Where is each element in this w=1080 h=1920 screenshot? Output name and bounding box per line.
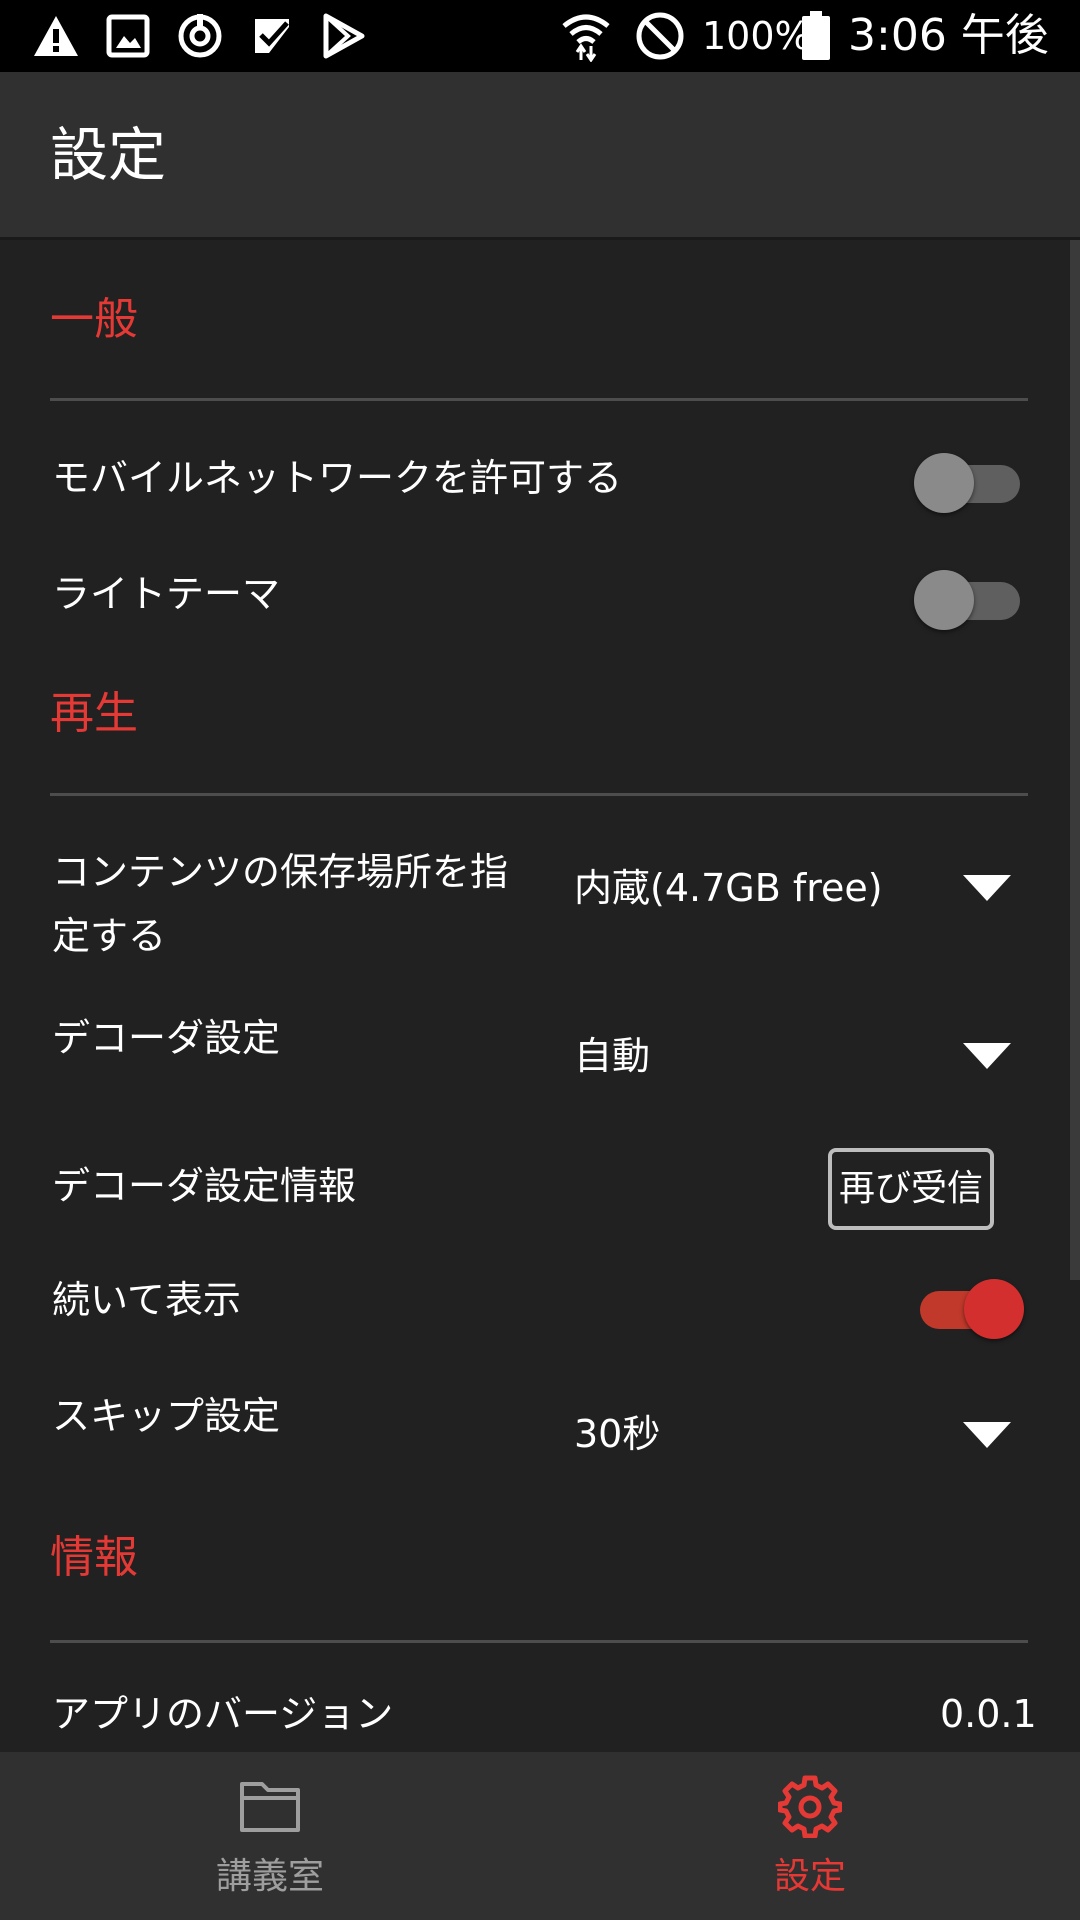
re-receive-button[interactable]: 再び受信: [828, 1148, 994, 1230]
skip-select-value[interactable]: 30秒: [574, 1406, 660, 1462]
light-theme-toggle[interactable]: [914, 570, 1024, 630]
play-store-icon: [318, 10, 370, 62]
battery-icon: [790, 10, 842, 62]
sync-icon: [174, 10, 226, 62]
continuous-display-label: 続いて表示: [52, 1278, 241, 1322]
chevron-down-icon[interactable]: [963, 1422, 1011, 1448]
app-version-label: アプリのバージョン: [52, 1692, 394, 1736]
settings-list[interactable]: 一般 モバイルネットワークを許可する ライトテーマ 再生 コンテンツの保存場所を…: [0, 240, 1080, 1752]
storage-label-line1: コンテンツの保存場所を指: [52, 850, 509, 894]
page-title: 設定: [50, 121, 167, 189]
check-icon: [246, 10, 298, 62]
do-not-disturb-icon: [634, 10, 686, 62]
nav-label: 講義室: [215, 1856, 324, 1897]
section-header-general: 一般: [50, 294, 138, 345]
section-header-info: 情報: [50, 1532, 138, 1583]
app-version-value: 0.0.1: [940, 1692, 1037, 1736]
toggle-thumb: [964, 1279, 1024, 1339]
nav-item-lecture-room[interactable]: 講義室: [0, 1752, 540, 1920]
nav-item-settings[interactable]: 設定: [540, 1752, 1080, 1920]
status-bar: 100% 3:06 午後: [0, 0, 1080, 72]
chevron-down-icon[interactable]: [963, 1043, 1011, 1069]
bottom-navigation: 講義室 設定: [0, 1752, 1080, 1920]
light-theme-label: ライトテーマ: [52, 572, 281, 616]
wifi-icon: [560, 10, 612, 62]
toggle-thumb: [914, 453, 974, 513]
divider: [50, 1640, 1028, 1643]
toggle-thumb: [914, 570, 974, 630]
image-icon: [102, 10, 154, 62]
divider: [50, 398, 1028, 401]
chevron-down-icon[interactable]: [963, 875, 1011, 901]
warning-icon: [30, 10, 82, 62]
scrollbar[interactable]: [1070, 240, 1080, 1280]
decoder-info-label: デコーダ設定情報: [52, 1164, 357, 1208]
gear-icon: [777, 1774, 843, 1839]
mobile-network-label: モバイルネットワークを許可する: [52, 456, 623, 500]
settings-screen: 100% 3:06 午後 設定 一般 モバイルネットワークを許可する ライトテー…: [0, 0, 1080, 1920]
app-bar: 設定: [0, 72, 1080, 240]
nav-label: 設定: [773, 1856, 846, 1897]
skip-setting-label: スキップ設定: [52, 1394, 281, 1438]
folder-icon: [238, 1774, 302, 1838]
mobile-network-toggle[interactable]: [914, 453, 1024, 513]
decoder-select-value[interactable]: 自動: [574, 1028, 650, 1084]
clock: 3:06 午後: [848, 10, 1049, 61]
decoder-label: デコーダ設定: [52, 1016, 281, 1060]
storage-select-value[interactable]: 内蔵(4.7GB free): [574, 860, 883, 916]
storage-label-line2: 定する: [52, 914, 167, 958]
continuous-display-toggle[interactable]: [914, 1279, 1024, 1339]
section-header-playback: 再生: [50, 688, 138, 739]
divider: [50, 793, 1028, 796]
